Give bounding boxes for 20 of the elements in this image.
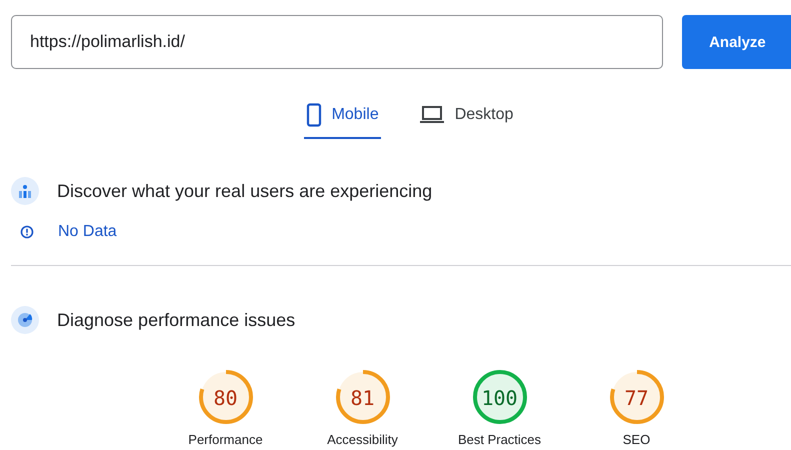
score-label: SEO: [622, 432, 650, 447]
score-value: 77: [623, 386, 650, 410]
laptop-icon: [418, 105, 445, 125]
section-title: Diagnose performance issues: [57, 310, 296, 330]
score-label: Performance: [188, 432, 263, 447]
users-chart-icon: [11, 177, 39, 205]
score-value: 80: [212, 386, 239, 410]
analyze-button[interactable]: Analyze: [682, 15, 791, 69]
score-value: 81: [349, 386, 376, 410]
section-title: Discover what your real users are experiencing: [57, 180, 432, 202]
device-tab[interactable]: Desktop: [416, 103, 516, 139]
radar-icon: [11, 306, 39, 334]
info-icon: [20, 225, 34, 239]
score-value: 100: [480, 386, 519, 410]
score-label: Accessibility: [327, 432, 398, 447]
phone-icon: [306, 103, 322, 127]
device-tab[interactable]: Mobile: [304, 103, 381, 139]
no-data-text: No Data: [58, 223, 117, 241]
score-label: Best Practices: [458, 432, 542, 447]
url-field[interactable]: https://polimarlish.id/: [11, 15, 664, 69]
